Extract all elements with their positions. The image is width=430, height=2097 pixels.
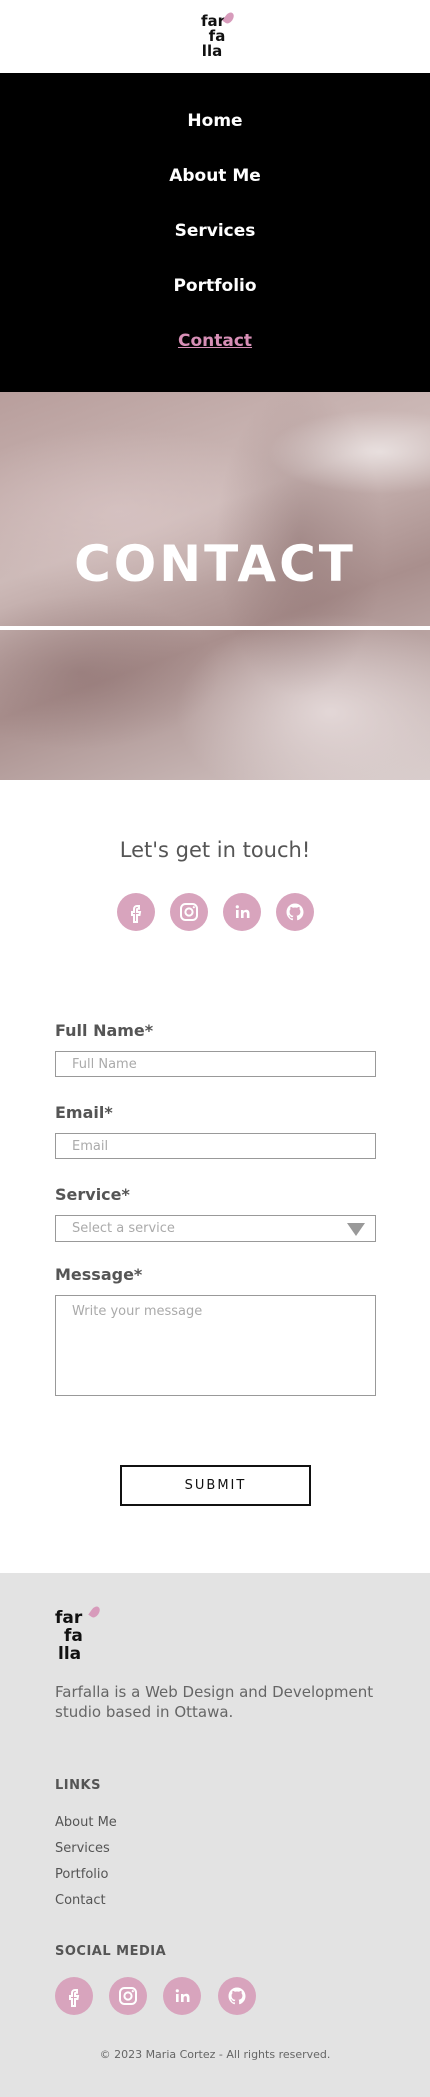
footer-logo[interactable]: far fa lla	[55, 1604, 102, 1664]
copyright-text: © 2023 Maria Cortez - All rights reserve…	[99, 2048, 331, 2061]
submit-button[interactable]: SUBMIT	[120, 1465, 311, 1506]
footer-description: Farfalla is a Web Design and Development…	[55, 1683, 374, 1721]
instagram-icon[interactable]	[109, 1977, 147, 2015]
hero-divider	[0, 626, 430, 630]
facebook-icon[interactable]	[117, 893, 155, 931]
instagram-icon[interactable]	[170, 893, 208, 931]
footer-link-portfolio[interactable]: Portfolio	[55, 1867, 108, 1882]
message-label: Message*	[55, 1265, 143, 1284]
logo-line: lla	[201, 42, 223, 60]
service-select-value: Select a service	[72, 1221, 175, 1236]
contact-subtitle: Let's get in touch!	[119, 838, 311, 862]
links-heading: LINKS	[55, 1778, 101, 1793]
hero-banner: CONTACT	[0, 392, 430, 780]
nav-item-about-me[interactable]: About Me	[0, 166, 430, 186]
hero-title: CONTACT	[74, 535, 356, 593]
github-icon[interactable]	[218, 1977, 256, 2015]
footer-link-services[interactable]: Services	[55, 1841, 110, 1856]
footer-link-contact[interactable]: Contact	[55, 1893, 106, 1908]
nav-item-portfolio[interactable]: Portfolio	[0, 276, 430, 296]
footer-link-about-me[interactable]: About Me	[55, 1815, 117, 1830]
nav-item-home[interactable]: Home	[0, 111, 430, 131]
github-icon[interactable]	[276, 893, 314, 931]
email-input[interactable]	[55, 1133, 376, 1159]
service-label: Service*	[55, 1185, 130, 1204]
social-media-heading: SOCIAL MEDIA	[55, 1944, 167, 1959]
full-name-input[interactable]	[55, 1051, 376, 1077]
site-logo[interactable]: far fa lla	[193, 10, 237, 59]
full-name-label: Full Name*	[55, 1021, 154, 1040]
logo-line: fa	[64, 1626, 83, 1646]
top-bar: far fa lla	[0, 0, 430, 73]
main-nav: Home About Me Services Portfolio Contact	[0, 73, 430, 392]
nav-item-contact[interactable]: Contact	[0, 331, 430, 351]
dropdown-arrow-icon	[347, 1223, 365, 1236]
linkedin-icon[interactable]	[223, 893, 261, 931]
nav-item-services[interactable]: Services	[0, 221, 430, 241]
linkedin-icon[interactable]	[163, 1977, 201, 2015]
facebook-icon[interactable]	[55, 1977, 93, 2015]
service-select[interactable]: Select a service	[55, 1215, 376, 1242]
site-footer: far fa lla Farfalla is a Web Design and …	[0, 1573, 430, 2097]
email-label: Email*	[55, 1103, 113, 1122]
message-textarea[interactable]	[55, 1295, 376, 1396]
logo-line: lla	[58, 1644, 82, 1664]
